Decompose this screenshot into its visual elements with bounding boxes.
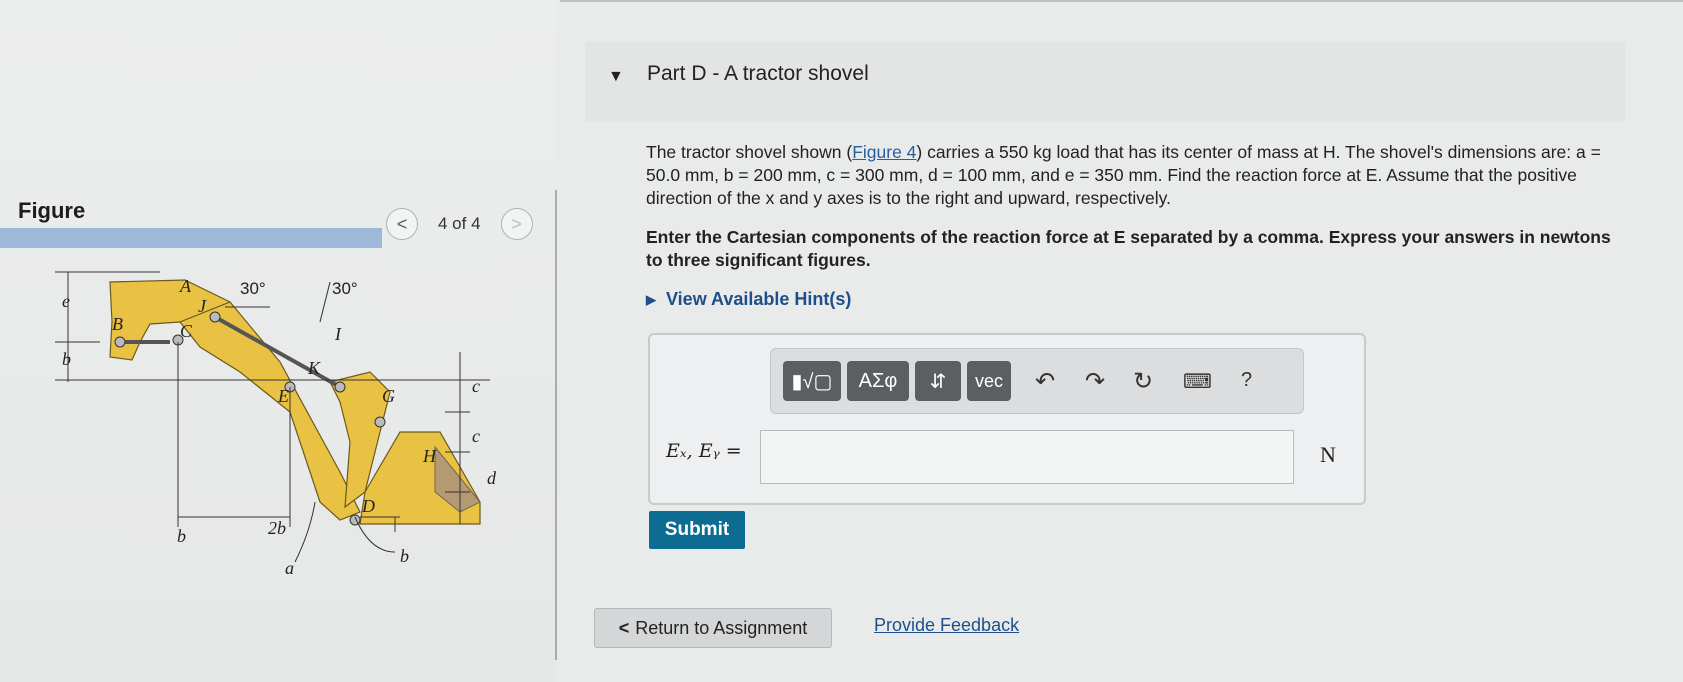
top-divider xyxy=(560,0,1683,2)
figure-pager: < 4 of 4 > xyxy=(386,208,533,240)
undo-icon[interactable]: ↶ xyxy=(1035,367,1055,396)
vector-button[interactable]: vec xyxy=(967,361,1011,401)
label-J: J xyxy=(198,296,207,316)
greek-symbols-button[interactable]: ΑΣφ xyxy=(847,361,909,401)
label-2b: 2b xyxy=(268,518,286,538)
pin-j xyxy=(209,311,221,323)
figure-title: Figure xyxy=(18,198,86,223)
pin-k xyxy=(334,381,346,393)
answer-input[interactable] xyxy=(760,430,1294,484)
chevron-left-icon: < xyxy=(618,617,630,638)
figure-header-bar xyxy=(0,228,382,248)
pin-g xyxy=(374,416,386,428)
templates-button[interactable]: ▮√▢ xyxy=(783,361,841,401)
figure-link[interactable]: Figure 4 xyxy=(852,142,916,162)
arrows-button[interactable]: ⇵ xyxy=(915,361,961,401)
answer-unit: N xyxy=(1320,442,1336,467)
label-b-bottom: b xyxy=(177,526,186,546)
redo-icon[interactable]: ↷ xyxy=(1085,367,1105,396)
pin-b xyxy=(114,336,126,348)
chevron-left-icon: < xyxy=(396,213,408,234)
hints-label: View Available Hint(s) xyxy=(666,289,852,309)
vec-icon: vec xyxy=(974,370,1003,391)
label-c1: c xyxy=(472,376,480,396)
label-b-right: b xyxy=(400,546,409,566)
label-I: I xyxy=(334,324,342,344)
math-toolbar: ▮√▢ ΑΣφ ⇵ vec ↶ ↷ ↻ ⌨ ? xyxy=(770,348,1304,414)
label-E: E xyxy=(277,386,289,406)
instructions: Enter the Cartesian components of the re… xyxy=(646,227,1611,270)
label-G: G xyxy=(382,386,395,406)
label-angle-1: 30° xyxy=(240,279,266,298)
chevron-right-icon: > xyxy=(511,213,522,234)
label-d: d xyxy=(487,468,497,488)
keyboard-icon[interactable]: ⌨ xyxy=(1183,369,1212,394)
reset-icon[interactable]: ↻ xyxy=(1133,367,1153,396)
label-H: H xyxy=(422,446,437,466)
greek-icon: ΑΣφ xyxy=(858,369,898,392)
expand-arrow-icon: ▶ xyxy=(646,291,656,307)
return-label: Return to Assignment xyxy=(635,617,808,638)
problem-statement: The tractor shovel shown (Figure 4) carr… xyxy=(646,142,1601,208)
next-figure-button[interactable]: > xyxy=(500,208,533,240)
return-to-assignment-button[interactable]: < Return to Assignment xyxy=(594,608,832,648)
label-D: D xyxy=(361,496,375,516)
tractor-shovel-diagram: e b B A C J K E I G H c c d D b 2b b a 3… xyxy=(55,271,497,578)
answer-label: Eₓ, Eᵧ = xyxy=(666,440,742,462)
label-A: A xyxy=(179,276,192,296)
arrows-icon: ⇵ xyxy=(929,370,947,393)
provide-feedback-link[interactable]: Provide Feedback xyxy=(874,615,1019,636)
templates-icon: ▮√▢ xyxy=(791,370,833,393)
label-K: K xyxy=(307,358,321,378)
collapse-caret-icon[interactable]: ▼ xyxy=(608,68,624,86)
boom xyxy=(179,301,361,521)
prev-figure-button[interactable]: < xyxy=(386,208,418,240)
label-B: B xyxy=(112,314,123,334)
label-e: e xyxy=(62,291,70,311)
view-hints-toggle[interactable]: ▶ View Available Hint(s) xyxy=(646,289,851,310)
panel-divider xyxy=(555,190,557,660)
part-title: Part D - A tractor shovel xyxy=(647,62,869,85)
submit-button[interactable]: Submit xyxy=(649,511,745,549)
label-b-left: b xyxy=(62,349,71,369)
figure-page-indicator: 4 of 4 xyxy=(438,214,481,233)
label-c2: c xyxy=(472,426,480,446)
help-icon[interactable]: ? xyxy=(1241,369,1252,392)
label-C: C xyxy=(180,321,193,341)
label-a: a xyxy=(285,558,294,578)
label-angle-2: 30° xyxy=(332,279,358,298)
